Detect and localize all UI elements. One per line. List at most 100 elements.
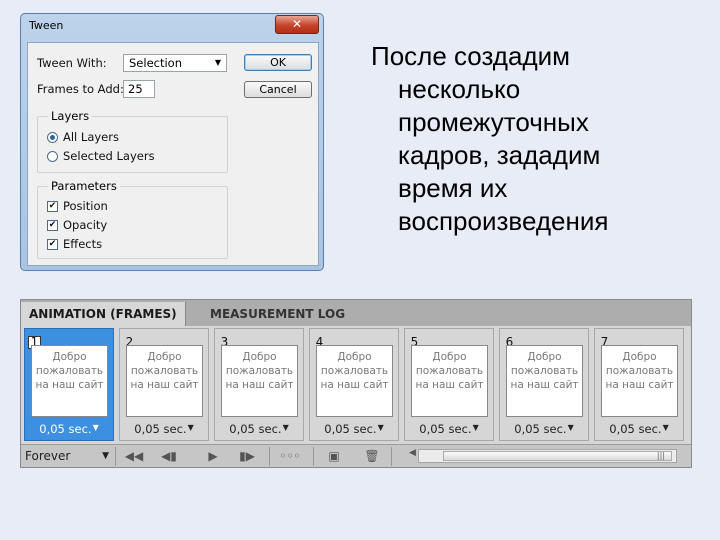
thumb-line: пожаловать (225, 365, 294, 377)
chevron-down-icon: ▼ (92, 423, 99, 432)
frame-thumbnail: Добро пожаловать на наш сайт (506, 345, 583, 417)
frame-delay[interactable]: 0,05 sec.▼ (310, 422, 398, 436)
thumb-line: на наш сайт (320, 379, 389, 391)
next-frame-button[interactable]: ▮▶ (233, 448, 261, 465)
panel-tab-bar: ANIMATION (FRAMES) MEASUREMENT LOG (21, 300, 691, 326)
thumbnail-text: Добро пожаловать на наш сайт (317, 350, 392, 392)
slide-line: промежуточных (398, 107, 589, 137)
thumb-line: пожаловать (605, 365, 674, 377)
tween-with-select[interactable]: Selection ▼ (123, 54, 227, 72)
selected-layers-label: Selected Layers (63, 149, 155, 163)
delete-frame-button[interactable]: 🗑 (361, 448, 383, 465)
loop-select[interactable]: Forever ▼ (25, 448, 109, 464)
layers-group: Layers All Layers Selected Layers (37, 109, 228, 173)
horizontal-scrollbar[interactable]: ||| (418, 449, 677, 463)
thumb-line: на наш сайт (35, 379, 104, 391)
thumb-line: на наш сайт (130, 379, 199, 391)
thumb-line: Добро (337, 351, 372, 363)
frame-2[interactable]: 2 Добро пожаловать на наш сайт 0,05 sec.… (119, 328, 209, 441)
tween-with-value: Selection (129, 56, 182, 70)
opacity-label: Opacity (63, 218, 108, 232)
thumb-line: на наш сайт (415, 379, 484, 391)
layers-legend: Layers (48, 109, 93, 123)
delay-value: 0,05 sec. (229, 422, 282, 436)
frame-delay[interactable]: 0,05 sec.▼ (500, 422, 588, 436)
selected-layers-radio[interactable] (47, 151, 58, 162)
chevron-down-icon: ▼ (567, 423, 574, 432)
frames-strip: 1 Добро пожаловать на наш сайт 0,05 sec.… (21, 326, 691, 444)
chevron-down-icon: ▼ (662, 423, 669, 432)
frames-to-add-label: Frames to Add: (37, 82, 124, 96)
thumb-line: на наш сайт (510, 379, 579, 391)
divider (115, 447, 116, 466)
frame-3[interactable]: 3 Добро пожаловать на наш сайт 0,05 sec.… (214, 328, 304, 441)
frame-delay[interactable]: 0,05 sec.▼ (25, 422, 113, 436)
all-layers-radio[interactable] (47, 132, 58, 143)
parameters-group: Parameters ✔ Position ✔ Opacity ✔ Effect… (37, 179, 228, 259)
frame-thumbnail: Добро пожаловать на наш сайт (316, 345, 393, 417)
slide-line: время их (398, 173, 508, 203)
slide-line: кадров, зададим (398, 140, 601, 170)
thumb-line: Добро (527, 351, 562, 363)
thumbnail-text: Добро пожаловать на наш сайт (507, 350, 582, 392)
tab-measurement-log[interactable]: MEASUREMENT LOG (202, 302, 353, 326)
tween-dialog: Tween ✕ Tween With: Selection ▼ Frames t… (20, 13, 324, 271)
frame-7[interactable]: 7 Добро пожаловать на наш сайт 0,05 sec.… (594, 328, 684, 441)
thumbnail-text: Добро пожаловать на наш сайт (412, 350, 487, 392)
thumbnail-text: Добро пожаловать на наш сайт (222, 350, 297, 392)
frame-thumbnail: Добро пожаловать на наш сайт (411, 345, 488, 417)
chevron-down-icon: ▼ (472, 423, 479, 432)
thumb-line: Добро (242, 351, 277, 363)
position-label: Position (63, 199, 108, 213)
thumb-line: пожаловать (130, 365, 199, 377)
close-button[interactable]: ✕ (275, 15, 319, 34)
position-checkbox[interactable]: ✔ (47, 201, 58, 212)
thumbnail-text: Добро пожаловать на наш сайт (602, 350, 677, 392)
frame-5[interactable]: 5 Добро пожаловать на наш сайт 0,05 sec.… (404, 328, 494, 441)
slide-line: воспроизведения (398, 206, 609, 236)
frame-thumbnail: Добро пожаловать на наш сайт (601, 345, 678, 417)
thumb-line: пожаловать (415, 365, 484, 377)
duplicate-frame-button[interactable]: ▣ (323, 448, 345, 465)
delay-value: 0,05 sec. (134, 422, 187, 436)
frame-1[interactable]: 1 Добро пожаловать на наш сайт 0,05 sec.… (24, 328, 114, 441)
frame-thumbnail: Добро пожаловать на наш сайт (221, 345, 298, 417)
frame-delay[interactable]: 0,05 sec.▼ (120, 422, 208, 436)
delay-value: 0,05 sec. (419, 422, 472, 436)
frame-thumbnail: Добро пожаловать на наш сайт (126, 345, 203, 417)
thumbnail-text: Добро пожаловать на наш сайт (127, 350, 202, 392)
effects-checkbox[interactable]: ✔ (47, 239, 58, 250)
thumb-line: Добро (432, 351, 467, 363)
thumbnail-text: Добро пожаловать на наш сайт (32, 350, 107, 392)
effects-label: Effects (63, 237, 103, 251)
tab-animation-frames[interactable]: ANIMATION (FRAMES) (21, 302, 186, 326)
slide-line: После создадим (371, 41, 571, 71)
frame-6[interactable]: 6 Добро пожаловать на наш сайт 0,05 sec.… (499, 328, 589, 441)
scroll-left-arrow[interactable]: ◀ (409, 448, 416, 458)
scrollbar-thumb[interactable]: ||| (443, 451, 672, 461)
frame-delay[interactable]: 0,05 sec.▼ (405, 422, 493, 436)
divider (269, 447, 270, 466)
chevron-down-icon: ▼ (377, 423, 384, 432)
tween-button[interactable]: ◦◦◦ (275, 448, 305, 465)
frame-delay[interactable]: 0,05 sec.▼ (595, 422, 683, 436)
dialog-body: Tween With: Selection ▼ Frames to Add: 2… (27, 42, 319, 266)
divider (313, 447, 314, 466)
frame-4[interactable]: 4 Добро пожаловать на наш сайт 0,05 sec.… (309, 328, 399, 441)
play-button[interactable]: ▶ (201, 448, 225, 465)
previous-frame-button[interactable]: ◀▮ (155, 448, 183, 465)
frame-delay[interactable]: 0,05 sec.▼ (215, 422, 303, 436)
thumb-line: Добро (52, 351, 87, 363)
slide-text: После создадим несколько промежуточных к… (371, 40, 711, 238)
opacity-checkbox[interactable]: ✔ (47, 220, 58, 231)
frames-to-add-input[interactable]: 25 (123, 80, 155, 98)
slide-line: несколько (398, 74, 521, 104)
chevron-down-icon: ▼ (214, 58, 221, 67)
first-frame-button[interactable]: ◀◀ (119, 448, 149, 465)
ok-button[interactable]: OK (244, 54, 312, 71)
thumb-line: на наш сайт (225, 379, 294, 391)
thumb-line: Добро (147, 351, 182, 363)
delay-value: 0,05 sec. (39, 422, 92, 436)
delay-value: 0,05 sec. (324, 422, 377, 436)
cancel-button[interactable]: Cancel (244, 81, 312, 98)
